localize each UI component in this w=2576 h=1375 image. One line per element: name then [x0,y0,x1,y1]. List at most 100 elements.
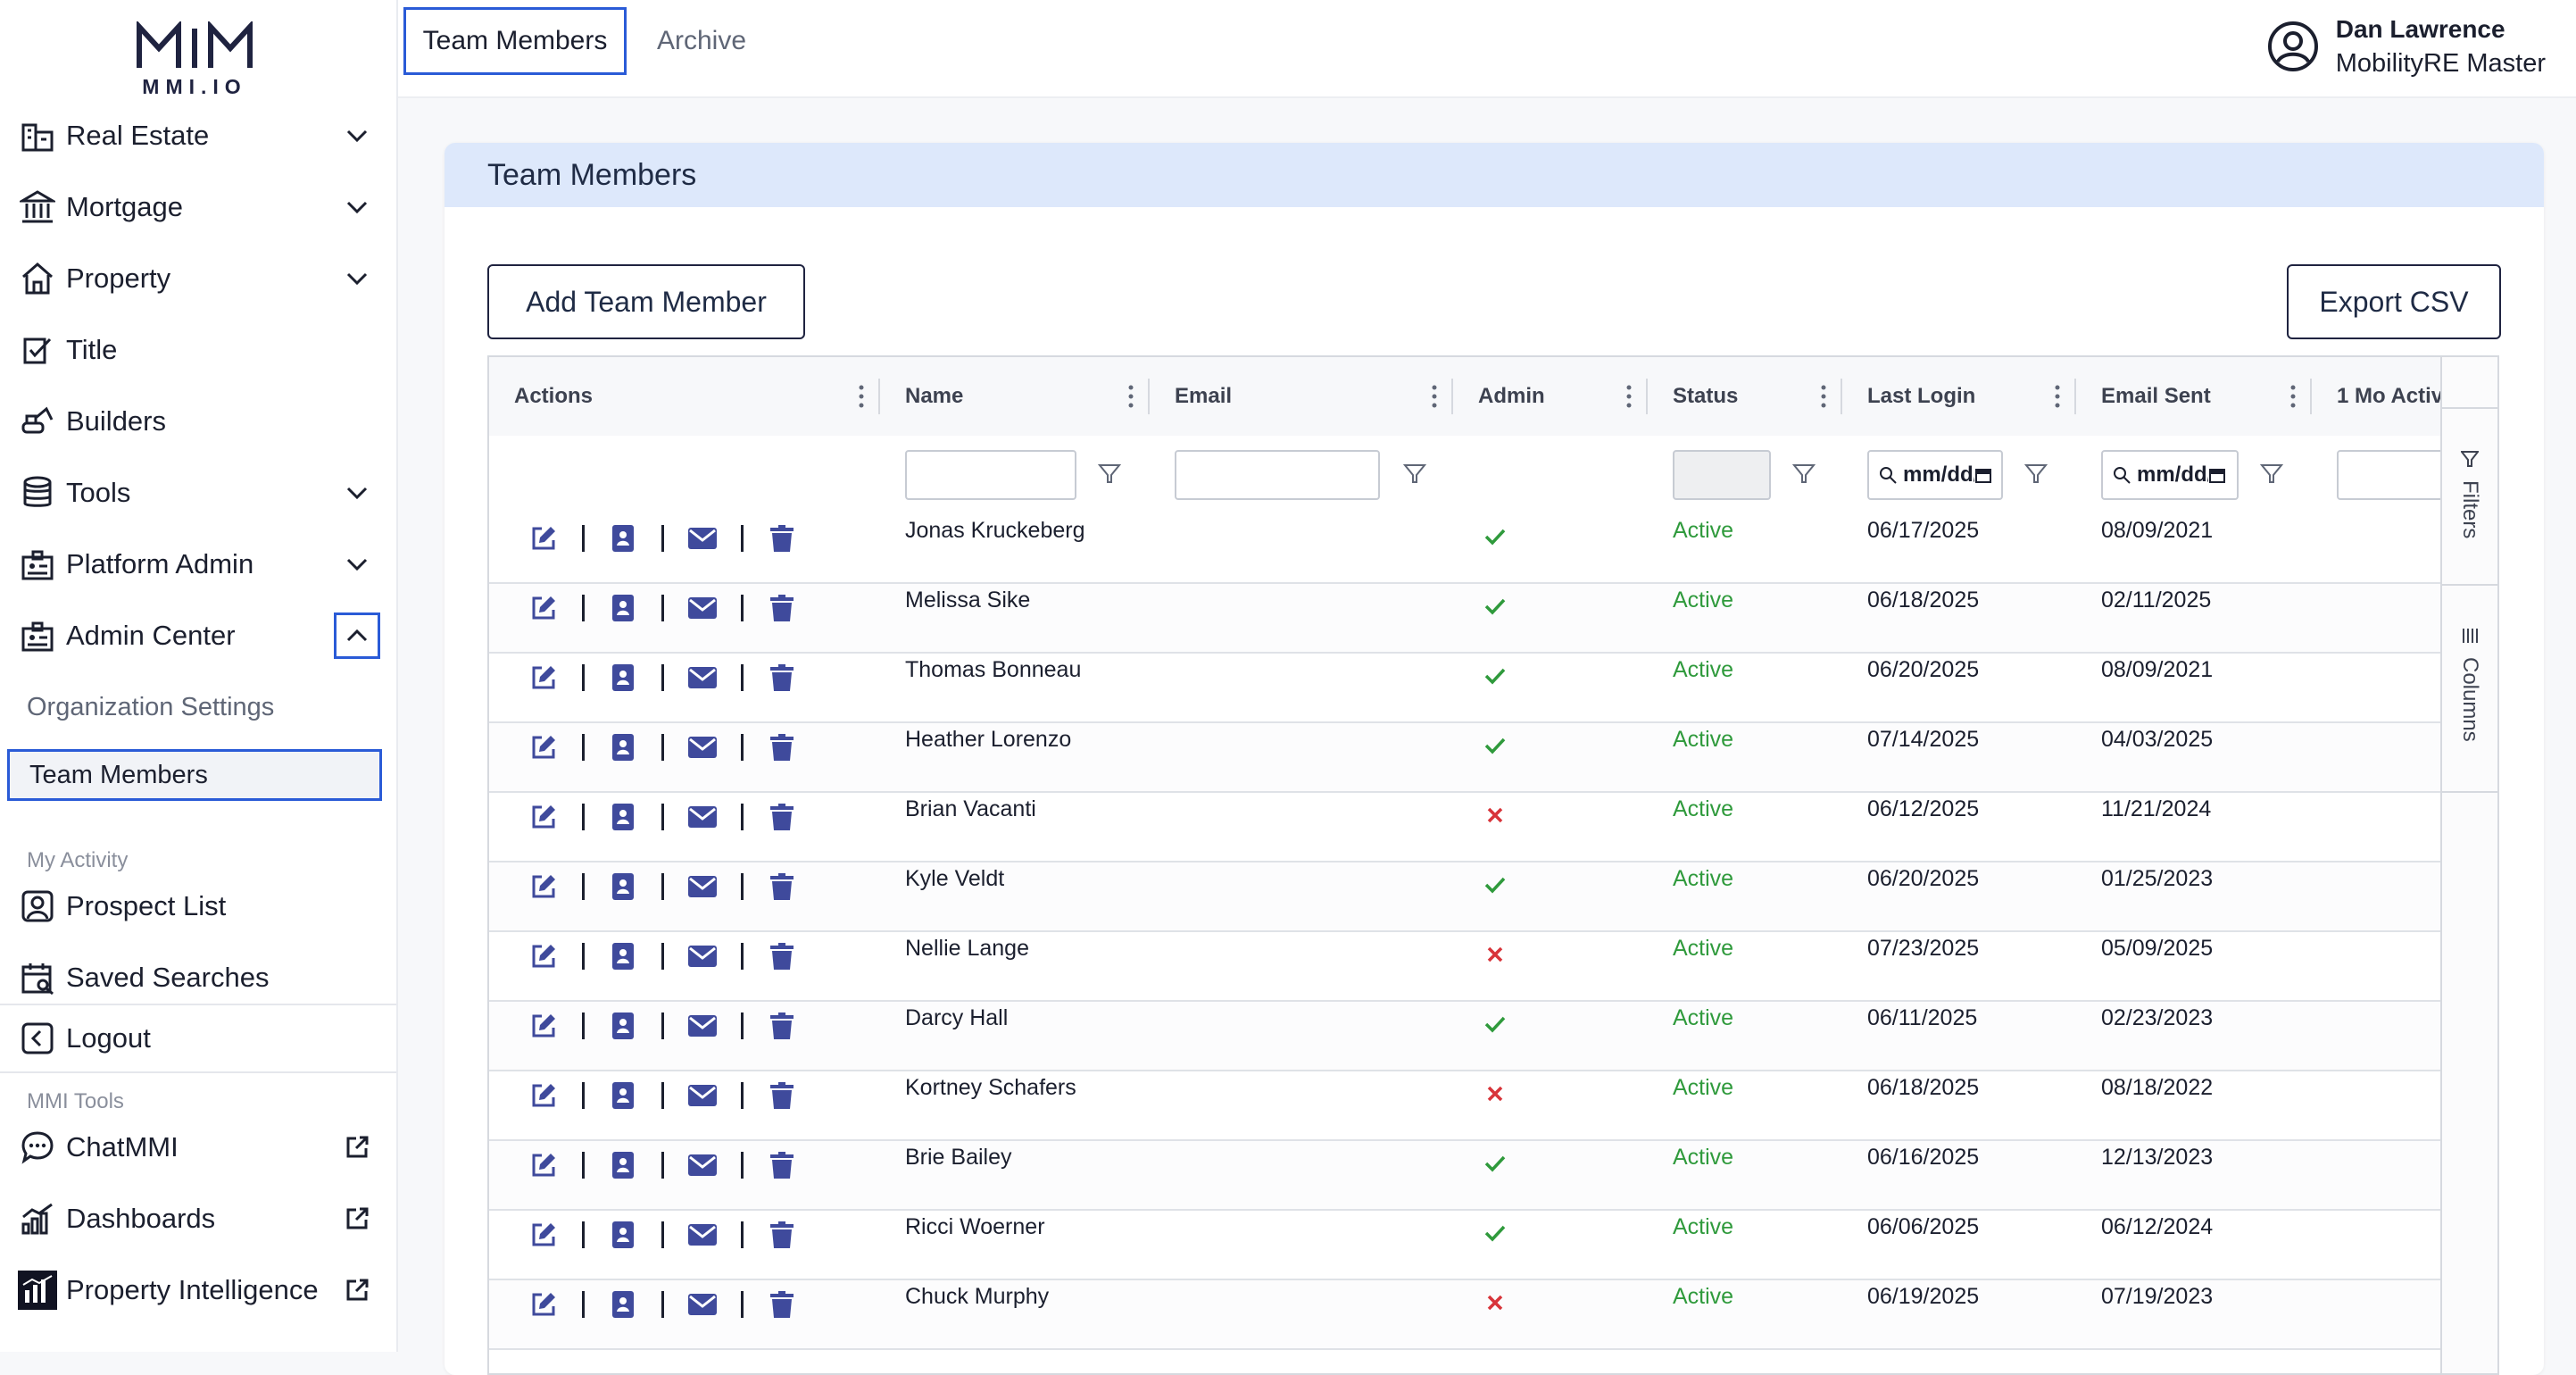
edit-icon[interactable] [528,732,559,762]
column-header-last-login[interactable]: Last Login [1842,357,2076,436]
email-sent-date-filter[interactable]: mm/dd/yyyy [2101,450,2239,500]
sidebar-item-saved-searches[interactable]: Saved Searches [18,953,375,1003]
chevron-down-icon[interactable] [339,261,375,296]
sidebar-item-logout[interactable]: Logout [18,1013,375,1063]
edit-icon[interactable] [528,662,559,693]
chevron-down-icon[interactable] [339,118,375,154]
trash-icon[interactable] [767,523,797,554]
table-row[interactable]: Ricci Woerner Active 06/06/2025 06/12/2024 [489,1211,2444,1280]
contact-card-icon[interactable] [608,802,638,832]
funnel-icon[interactable] [1792,462,1816,486]
edit-icon[interactable] [528,1289,559,1320]
status-filter-select[interactable] [1673,450,1771,500]
mail-icon[interactable] [687,1289,718,1320]
table-row[interactable]: Melissa Sike Active 06/18/2025 02/11/2025 [489,584,2444,654]
column-menu-icon[interactable] [859,384,864,409]
trash-icon[interactable] [767,941,797,971]
sidebar-item-platform-admin[interactable]: Platform Admin [18,539,375,589]
user-menu[interactable]: Dan Lawrence MobilityRE Master [2266,12,2546,80]
tab-archive[interactable]: Archive [657,7,746,75]
trash-icon[interactable] [767,662,797,693]
table-row[interactable]: Brian Vacanti Active 06/12/2025 11/21/2024 [489,793,2444,862]
column-menu-icon[interactable] [2055,384,2060,409]
sidebar-item-team-members[interactable]: Team Members [7,749,382,801]
table-row[interactable]: Kyle Veldt Active 06/20/2025 01/25/2023 [489,862,2444,932]
sidebar-item-mortgage[interactable]: Mortgage [18,182,375,232]
logo[interactable]: MMI.IO [132,20,257,102]
calendar-icon[interactable] [1974,466,1992,484]
external-link-icon[interactable] [339,1201,375,1237]
table-row[interactable]: Brie Bailey Active 06/16/2025 12/13/2023 [489,1141,2444,1211]
sidebar-item-chatmmi[interactable]: ChatMMI [18,1122,375,1172]
sidebar-item-builders[interactable]: Builders [18,396,375,446]
funnel-icon[interactable] [1403,462,1426,486]
trash-icon[interactable] [767,1011,797,1041]
mail-icon[interactable] [687,941,718,971]
table-row[interactable]: Jonas Kruckeberg Active 06/17/2025 08/09/20… [489,514,2444,584]
edit-icon[interactable] [528,941,559,971]
column-header-email-sent[interactable]: Email Sent [2076,357,2312,436]
column-menu-icon[interactable] [1626,384,1632,409]
column-menu-icon[interactable] [2290,384,2296,409]
table-row[interactable]: Heather Lorenzo Active 07/14/2025 04/03/202… [489,723,2444,793]
trash-icon[interactable] [767,1289,797,1320]
mail-icon[interactable] [687,732,718,762]
column-header-actions[interactable]: Actions [489,357,880,436]
contact-card-icon[interactable] [608,1150,638,1180]
sidebar-item-prospect-list[interactable]: Prospect List [18,881,375,931]
contact-card-icon[interactable] [608,1220,638,1250]
edit-icon[interactable] [528,523,559,554]
column-menu-icon[interactable] [1821,384,1826,409]
sidebar-item-title[interactable]: Title [18,325,375,375]
trash-icon[interactable] [767,802,797,832]
edit-icon[interactable] [528,593,559,623]
mail-icon[interactable] [687,1011,718,1041]
trash-icon[interactable] [767,871,797,902]
contact-card-icon[interactable] [608,662,638,693]
contact-card-icon[interactable] [608,523,638,554]
contact-card-icon[interactable] [608,1289,638,1320]
column-header-admin[interactable]: Admin [1453,357,1648,436]
chevron-up-icon[interactable] [334,612,380,659]
mail-icon[interactable] [687,523,718,554]
last-login-date-filter[interactable]: mm/dd/yyyy [1867,450,2003,500]
name-filter-input[interactable] [905,450,1076,500]
sidebar-item-real-estate[interactable]: Real Estate [18,111,375,161]
column-menu-icon[interactable] [1432,384,1437,409]
trash-icon[interactable] [767,1080,797,1111]
email-filter-input[interactable] [1175,450,1380,500]
add-team-member-button[interactable]: Add Team Member [487,264,805,339]
sidebar-item-tools[interactable]: Tools [18,468,375,518]
column-header-status[interactable]: Status [1648,357,1842,436]
table-row[interactable]: Darcy Hall Active 06/11/2025 02/23/2023 [489,1002,2444,1071]
table-row[interactable]: Chuck Murphy Active 06/19/2025 07/19/2023 [489,1280,2444,1350]
mail-icon[interactable] [687,1220,718,1250]
column-header-email[interactable]: Email [1150,357,1453,436]
contact-card-icon[interactable] [608,941,638,971]
column-header-name[interactable]: Name [880,357,1150,436]
chevron-down-icon[interactable] [339,475,375,511]
column-header-1-mo-activity[interactable]: 1 Mo Activ [2312,357,2455,436]
chevron-down-icon[interactable] [339,189,375,225]
contact-card-icon[interactable] [608,593,638,623]
external-link-icon[interactable] [339,1129,375,1165]
trash-icon[interactable] [767,593,797,623]
mail-icon[interactable] [687,593,718,623]
edit-icon[interactable] [528,1011,559,1041]
mail-icon[interactable] [687,1150,718,1180]
calendar-icon[interactable] [2208,466,2226,484]
table-row[interactable]: Nellie Lange Active 07/23/2025 05/09/2025 [489,932,2444,1002]
columns-tool-tab[interactable]: Columns [2442,586,2497,793]
mail-icon[interactable] [687,662,718,693]
filters-tool-tab[interactable]: Filters [2442,407,2497,586]
trash-icon[interactable] [767,1220,797,1250]
funnel-icon[interactable] [1098,462,1121,486]
contact-card-icon[interactable] [608,732,638,762]
contact-card-icon[interactable] [608,871,638,902]
sidebar-item-property-intelligence[interactable]: Property Intelligence [18,1265,375,1315]
trash-icon[interactable] [767,732,797,762]
table-row[interactable]: Thomas Bonneau Active 06/20/2025 08/09/2021 [489,654,2444,723]
column-menu-icon[interactable] [1128,384,1134,409]
mail-icon[interactable] [687,802,718,832]
edit-icon[interactable] [528,1080,559,1111]
